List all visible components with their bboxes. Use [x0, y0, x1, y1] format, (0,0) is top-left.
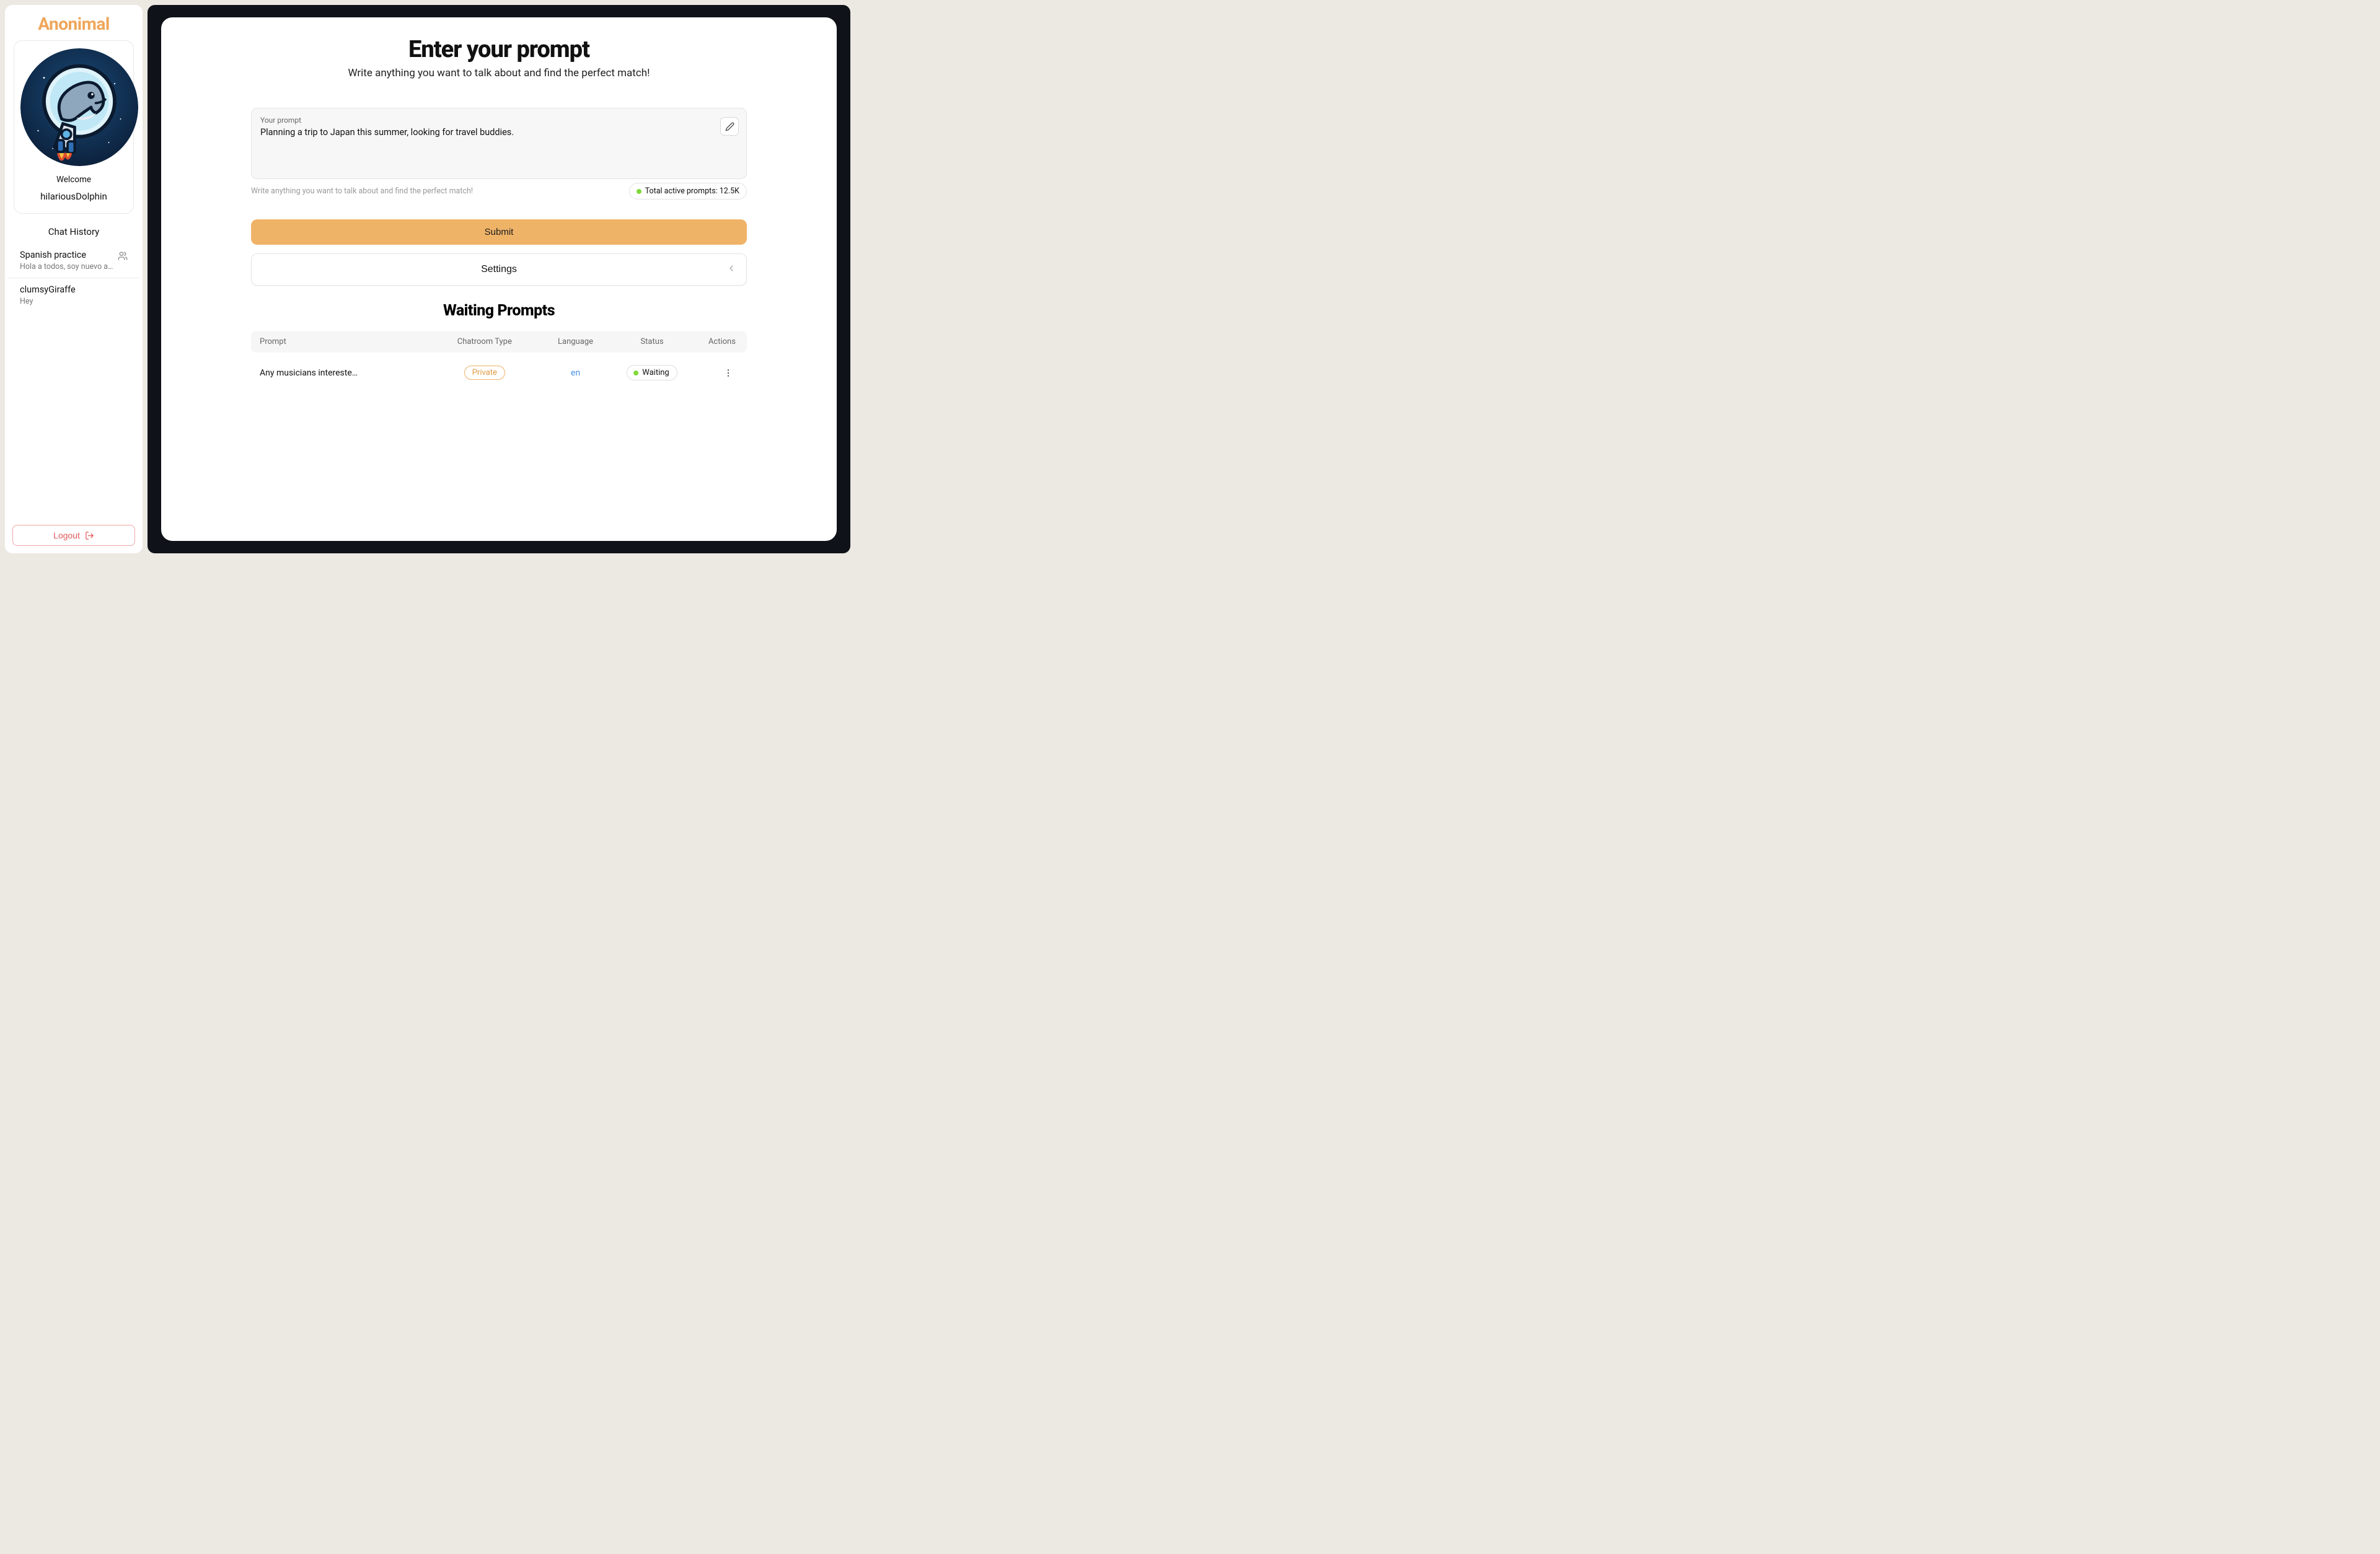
chat-history-item[interactable]: Spanish practice Hola a todos, soy nuevo… — [7, 244, 140, 278]
table-header: Prompt Chatroom Type Language Status Act… — [251, 331, 747, 353]
more-vertical-icon — [723, 368, 733, 378]
chatroom-type-badge: Private — [464, 366, 505, 380]
active-prompts-label: Total active prompts: 12.5K — [645, 187, 739, 196]
active-prompts-pill: Total active prompts: 12.5K — [629, 183, 747, 200]
waiting-prompts-table: Prompt Chatroom Type Language Status Act… — [251, 331, 747, 393]
status-badge: Waiting — [627, 365, 677, 380]
dolphin-astronaut-icon — [20, 48, 138, 166]
logout-button[interactable]: Logout — [12, 525, 135, 546]
waiting-prompts-title: Waiting Prompts — [251, 302, 747, 320]
pencil-icon — [725, 122, 734, 131]
col-type: Chatroom Type — [432, 337, 537, 346]
prompt-label: Your prompt — [260, 116, 713, 125]
username-label: hilariousDolphin — [20, 191, 127, 202]
col-language: Language — [537, 337, 614, 346]
main-content: Enter your prompt Write anything you wan… — [161, 17, 837, 541]
user-card: Welcome hilariousDolphin — [14, 40, 134, 214]
row-actions-button[interactable] — [718, 366, 738, 380]
prompt-input[interactable] — [260, 126, 713, 170]
status-dot-icon — [637, 189, 641, 194]
chat-history-item[interactable]: clumsyGiraffe Hey — [7, 278, 140, 312]
status-dot-icon — [633, 371, 638, 375]
chat-history-title: Chat History — [5, 220, 143, 244]
edit-prompt-button[interactable] — [720, 117, 739, 136]
avatar — [20, 48, 138, 166]
main-frame: Enter your prompt Write anything you wan… — [148, 5, 850, 553]
welcome-label: Welcome — [20, 175, 127, 185]
logout-icon — [85, 531, 94, 540]
chat-item-title: Spanish practice — [20, 250, 114, 260]
col-prompt: Prompt — [260, 337, 432, 346]
row-language: en — [537, 368, 614, 378]
page-subtitle: Write anything you want to talk about an… — [192, 67, 806, 79]
chat-item-preview: Hey — [20, 297, 128, 306]
page-title: Enter your prompt — [192, 36, 806, 63]
table-row: Any musicians intereste… Private en Wait… — [251, 353, 747, 393]
chat-history-list: Spanish practice Hola a todos, soy nuevo… — [5, 244, 143, 517]
settings-button[interactable]: Settings — [251, 253, 747, 286]
submit-button[interactable]: Submit — [251, 219, 747, 245]
prompt-box: Your prompt — [251, 108, 747, 179]
status-text: Waiting — [642, 368, 669, 377]
chevron-left-icon — [726, 263, 736, 276]
col-actions: Actions — [690, 337, 738, 346]
col-status: Status — [614, 337, 690, 346]
chat-item-title: clumsyGiraffe — [20, 284, 128, 295]
brand-logo: Anonimal — [5, 5, 143, 40]
chat-item-preview: Hola a todos, soy nuevo aquí — [20, 262, 114, 271]
logout-label: Logout — [53, 530, 80, 540]
sidebar: Anonimal — [5, 5, 143, 553]
row-prompt-text: Any musicians intereste… — [260, 368, 432, 378]
group-icon — [118, 251, 128, 263]
prompt-helper-text: Write anything you want to talk about an… — [251, 187, 473, 196]
settings-label: Settings — [481, 264, 517, 275]
